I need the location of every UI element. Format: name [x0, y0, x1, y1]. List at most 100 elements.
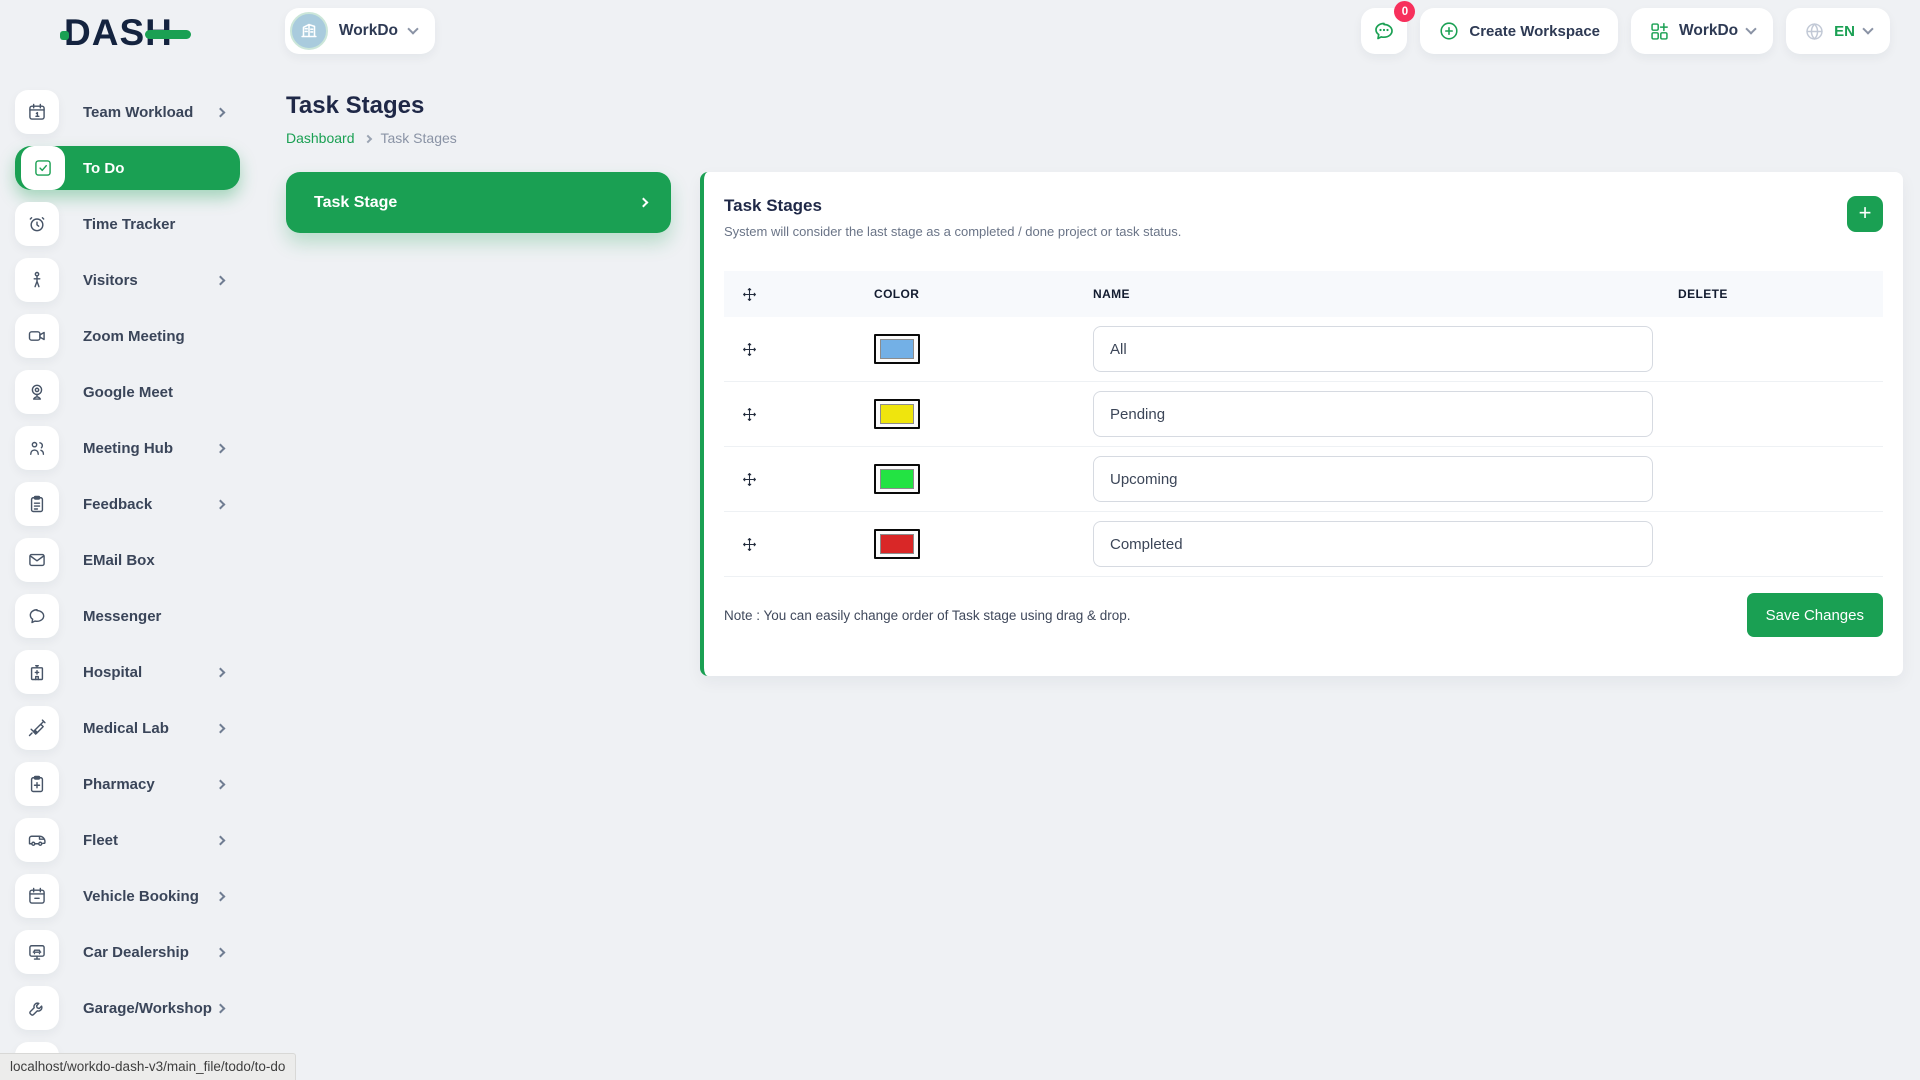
main-content: Task Stages Dashboard Task Stages Task S…: [255, 62, 1920, 1080]
breadcrumb-dashboard-link[interactable]: Dashboard: [286, 130, 355, 146]
stage-color-picker[interactable]: [874, 399, 920, 429]
create-workspace-button[interactable]: Create Workspace: [1420, 8, 1618, 54]
task-stage-nav-button[interactable]: Task Stage: [286, 172, 671, 233]
sidebar-item-label: Feedback: [83, 496, 152, 513]
drag-drop-note: Note : You can easily change order of Ta…: [724, 608, 1131, 623]
sidebar-item-google-meet[interactable]: Google Meet: [15, 370, 240, 414]
column-header-color: COLOR: [874, 287, 1093, 301]
sidebar-item-label: To Do: [83, 160, 124, 177]
move-icon: [742, 407, 757, 422]
stage-color-picker[interactable]: [874, 334, 920, 364]
sidebar-item-label: Hospital: [83, 664, 142, 681]
chevron-right-icon: [216, 443, 226, 453]
chat-dots-icon: [1372, 19, 1396, 43]
check-square-icon: [21, 146, 65, 190]
column-header-name: NAME: [1093, 287, 1678, 301]
table-header-row: COLOR NAME DELETE: [724, 271, 1883, 317]
sidebar-item-label: Vehicle Booking: [83, 888, 199, 905]
drag-handle[interactable]: [724, 472, 874, 487]
move-icon: [742, 287, 757, 302]
breadcrumb: Dashboard Task Stages: [286, 130, 1903, 146]
globe-icon: [1804, 21, 1825, 42]
sidebar-item-to-do[interactable]: To Do: [15, 146, 240, 190]
task-stages-panel: Task Stages System will consider the las…: [700, 172, 1903, 676]
grid-plus-icon: [1649, 21, 1670, 42]
calendar-icon: [15, 874, 59, 918]
chevron-down-icon: [407, 23, 418, 34]
logo-dash-bar: [145, 30, 191, 39]
stage-name-input[interactable]: [1093, 326, 1653, 372]
sidebar-item-label: Visitors: [83, 272, 138, 289]
stage-row: [724, 512, 1883, 577]
language-selector[interactable]: EN: [1786, 8, 1890, 54]
workspace-avatar: [290, 12, 328, 50]
stage-name-input[interactable]: [1093, 456, 1653, 502]
stage-name-input[interactable]: [1093, 521, 1653, 567]
sidebar-item-medical-lab[interactable]: Medical Lab: [15, 706, 240, 750]
app-switcher-button[interactable]: WorkDo: [1631, 8, 1773, 54]
app-logo[interactable]: DASH: [64, 12, 191, 54]
workspace-switcher[interactable]: WorkDo: [285, 8, 435, 54]
sidebar-item-zoom-meeting[interactable]: Zoom Meeting: [15, 314, 240, 358]
sidebar-item-vehicle-booking[interactable]: Vehicle Booking: [15, 874, 240, 918]
drag-column-header: [724, 287, 874, 302]
notification-badge: 0: [1394, 1, 1415, 22]
stage-row: [724, 382, 1883, 447]
drag-handle[interactable]: [724, 537, 874, 552]
hospital-building-icon: [15, 650, 59, 694]
sidebar-item-hospital[interactable]: Hospital: [15, 650, 240, 694]
alarm-clock-icon: [15, 202, 59, 246]
move-icon: [742, 537, 757, 552]
stage-color-picker[interactable]: [874, 529, 920, 559]
sidebar-item-team-workload[interactable]: Team Workload: [15, 90, 240, 134]
chevron-right-icon: [216, 667, 226, 677]
sidebar-item-pharmacy[interactable]: Pharmacy: [15, 762, 240, 806]
language-code: EN: [1834, 23, 1855, 40]
chevron-right-icon: [216, 499, 226, 509]
column-header-delete: DELETE: [1678, 287, 1883, 301]
chevron-right-icon: [216, 947, 226, 957]
stages-table: COLOR NAME DELETE: [724, 271, 1883, 577]
workspace-name: WorkDo: [339, 22, 398, 40]
stage-color-value: [880, 339, 914, 359]
sidebar-item-feedback[interactable]: Feedback: [15, 482, 240, 526]
sidebar: Team Workload To Do Time Tracker Visitor…: [0, 62, 255, 1080]
sidebar-item-label: Messenger: [83, 608, 161, 625]
sidebar-item-garage-workshop[interactable]: Garage/Workshop: [15, 986, 240, 1030]
chevron-right-icon: [216, 723, 226, 733]
drag-handle[interactable]: [724, 407, 874, 422]
messages-button[interactable]: 0: [1361, 8, 1407, 54]
sidebar-item-label: EMail Box: [83, 552, 155, 569]
envelope-icon: [15, 538, 59, 582]
webcam-icon: [15, 370, 59, 414]
sidebar-item-label: Car Dealership: [83, 944, 189, 961]
panel-title: Task Stages: [724, 196, 1181, 216]
top-bar: DASH WorkDo 0 Create Workspace WorkDo EN: [0, 0, 1920, 62]
chevron-right-icon: [216, 891, 226, 901]
stage-row: [724, 317, 1883, 382]
sidebar-item-fleet[interactable]: Fleet: [15, 818, 240, 862]
browser-status-bar: localhost/workdo-dash-v3/main_file/todo/…: [0, 1053, 296, 1080]
sidebar-item-car-dealership[interactable]: Car Dealership: [15, 930, 240, 974]
stage-color-picker[interactable]: [874, 464, 920, 494]
sidebar-item-visitors[interactable]: Visitors: [15, 258, 240, 302]
people-icon: [15, 426, 59, 470]
sidebar-item-label: Google Meet: [83, 384, 173, 401]
chat-bubble-icon: [15, 594, 59, 638]
breadcrumb-current: Task Stages: [381, 130, 457, 146]
sidebar-item-label: Zoom Meeting: [83, 328, 185, 345]
drag-handle[interactable]: [724, 342, 874, 357]
sidebar-item-meeting-hub[interactable]: Meeting Hub: [15, 426, 240, 470]
sidebar-item-messenger[interactable]: Messenger: [15, 594, 240, 638]
stage-name-input[interactable]: [1093, 391, 1653, 437]
person-icon: [15, 258, 59, 302]
sidebar-item-label: Pharmacy: [83, 776, 155, 793]
sidebar-item-time-tracker[interactable]: Time Tracker: [15, 202, 240, 246]
add-stage-button[interactable]: +: [1847, 196, 1883, 232]
move-icon: [742, 472, 757, 487]
chevron-right-icon: [363, 134, 371, 142]
sidebar-item-label: Team Workload: [83, 104, 193, 121]
chevron-right-icon: [216, 275, 226, 285]
save-changes-button[interactable]: Save Changes: [1747, 593, 1883, 637]
sidebar-item-email-box[interactable]: EMail Box: [15, 538, 240, 582]
